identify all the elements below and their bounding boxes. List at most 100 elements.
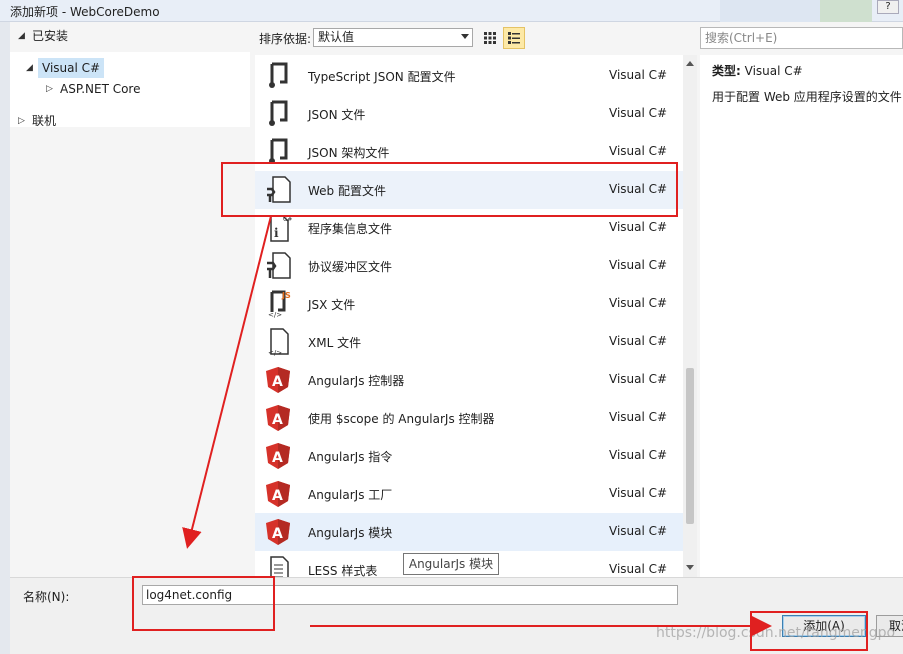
template-item-name: 使用 $scope 的 AngularJs 控制器 (308, 412, 495, 426)
template-item-name: JSON 文件 (308, 108, 366, 122)
grid-view-icon (484, 32, 496, 44)
template-item-name: JSX 文件 (308, 298, 356, 312)
svg-text:A: A (272, 488, 283, 504)
template-item-type: Visual C# (609, 220, 668, 234)
details-type-value: Visual C# (744, 64, 803, 78)
tree-label-online: 联机 (32, 114, 57, 128)
collapsed-triangle-icon: ▷ (46, 84, 53, 94)
name-input[interactable]: log4net.config (142, 585, 678, 605)
protobuf-file-icon (267, 252, 291, 279)
template-list-item[interactable]: </> XML 文件 Visual C# (255, 323, 683, 361)
collapsed-triangle-icon: ▷ (18, 116, 25, 126)
svg-text:A: A (272, 526, 283, 542)
template-item-name: 协议缓冲区文件 (308, 260, 393, 274)
json-config-icon (269, 62, 288, 88)
details-type: 类型: Visual C# (712, 62, 803, 79)
search-placeholder: 搜索(Ctrl+E) (705, 31, 778, 45)
expanded-triangle-icon: ◢ (18, 31, 25, 41)
sort-select-value: 默认值 (318, 30, 355, 44)
help-button[interactable]: ? (877, 0, 899, 14)
svg-text:A: A (272, 450, 283, 466)
template-list-item[interactable]: TypeScript JSON 配置文件 Visual C# (255, 57, 683, 95)
template-item-name: XML 文件 (308, 336, 362, 350)
svg-text:i: i (274, 226, 279, 240)
template-item-type: Visual C# (609, 182, 668, 196)
json-schema-icon (269, 138, 288, 164)
template-item-name: AngularJs 工厂 (308, 488, 393, 502)
angular-icon: A (266, 367, 290, 393)
template-item-type: Visual C# (609, 106, 668, 120)
bottom-bar: 名称(N): log4net.config 添加(A) 取消 (10, 577, 903, 654)
item-tooltip: AngularJs 模块 (403, 553, 499, 575)
json-file-icon (269, 100, 288, 126)
svg-text:A: A (272, 412, 283, 428)
chevron-down-icon (461, 34, 469, 39)
template-item-type: Visual C# (609, 410, 668, 424)
template-item-name: Web 配置文件 (308, 184, 386, 198)
left-edge (0, 22, 10, 654)
list-view-icon (508, 32, 520, 44)
window-title: 添加新项 - WebCoreDemo (10, 5, 160, 19)
template-list-item[interactable]: A 使用 $scope 的 AngularJs 控制器 Visual C# (255, 399, 683, 437)
template-item-type: Visual C# (609, 372, 668, 386)
template-list-item[interactable]: i C# 程序集信息文件 Visual C# (255, 209, 683, 247)
svg-text:</>: </> (268, 311, 282, 319)
template-item-type: Visual C# (609, 524, 668, 538)
template-item-name: 程序集信息文件 (308, 222, 393, 236)
scroll-down-icon[interactable] (686, 565, 694, 570)
background-decoration (820, 0, 872, 22)
sort-select[interactable]: 默认值 (313, 28, 473, 47)
web-config-icon (267, 176, 291, 203)
template-list-item[interactable]: JSON 架构文件 Visual C# (255, 133, 683, 171)
grid-view-button[interactable] (479, 27, 501, 49)
scroll-thumb[interactable] (686, 368, 694, 524)
template-item-type: Visual C# (609, 486, 668, 500)
tree-label-visual-csharp: Visual C# (38, 58, 105, 78)
template-list-item[interactable]: A AngularJs 控制器 Visual C# (255, 361, 683, 399)
template-list-item[interactable]: Web 配置文件 Visual C# (255, 171, 683, 209)
jsx-file-icon: JS </> (268, 290, 291, 319)
xml-file-icon: </> (268, 328, 289, 357)
template-list-item[interactable]: A AngularJs 模块 Visual C# (255, 513, 683, 551)
tree-label-aspnet-core: ASP.NET Core (60, 82, 141, 96)
template-tree: ◢ 已安装 ◢ Visual C# ▷ ASP.NET Core ▷ 联机 (10, 22, 252, 577)
template-list-item[interactable]: JS </> JSX 文件 Visual C# (255, 285, 683, 323)
template-item-type: Visual C# (609, 448, 668, 462)
name-input-value: log4net.config (146, 588, 233, 602)
details-pane: 类型: Visual C# 用于配置 Web 应用程序设置的文件 (700, 55, 903, 577)
sort-toolbar: 排序依据: 默认值 (255, 26, 697, 50)
details-description: 用于配置 Web 应用程序设置的文件 (712, 90, 902, 104)
assembly-info-icon: i C# (270, 215, 292, 242)
angular-icon: A (266, 443, 290, 469)
svg-text:C#: C# (283, 216, 292, 223)
template-item-name: JSON 架构文件 (308, 146, 390, 160)
template-list-item[interactable]: JSON 文件 Visual C# (255, 95, 683, 133)
template-list-item[interactable]: A AngularJs 指令 Visual C# (255, 437, 683, 475)
sort-label: 排序依据: (259, 32, 312, 46)
template-item-type: Visual C# (609, 296, 668, 310)
list-scrollbar[interactable] (683, 55, 697, 577)
angular-icon: A (266, 481, 290, 507)
name-label: 名称(N): (23, 590, 70, 604)
template-item-type: Visual C# (609, 144, 668, 158)
template-list-item[interactable]: A AngularJs 工厂 Visual C# (255, 475, 683, 513)
details-type-label: 类型: (712, 64, 741, 78)
template-list-item[interactable]: 协议缓冲区文件 Visual C# (255, 247, 683, 285)
less-file-icon (270, 556, 289, 577)
tree-label-installed: 已安装 (32, 29, 69, 43)
scroll-up-icon[interactable] (686, 61, 694, 66)
angular-icon: A (266, 519, 290, 545)
template-item-type: Visual C# (609, 258, 668, 272)
template-item-name: AngularJs 模块 (308, 526, 393, 540)
svg-text:A: A (272, 374, 283, 390)
angular-icon: A (266, 405, 290, 431)
search-input[interactable]: 搜索(Ctrl+E) (700, 27, 903, 49)
watermark: https://blog.csdn.net/tangmengpo (656, 625, 896, 641)
template-list: TypeScript JSON 配置文件 Visual C# JSON 文件 Visu… (255, 55, 683, 577)
template-item-type: Visual C# (609, 334, 668, 348)
list-view-button[interactable] (503, 27, 525, 49)
template-item-type: Visual C# (609, 68, 668, 82)
expanded-triangle-icon: ◢ (26, 63, 33, 73)
title-bar: 添加新项 - WebCoreDemo ? (0, 0, 903, 22)
svg-text:</>: </> (268, 349, 282, 357)
